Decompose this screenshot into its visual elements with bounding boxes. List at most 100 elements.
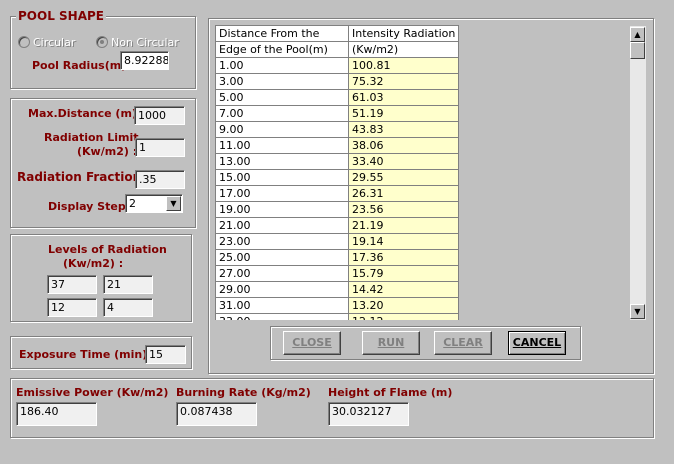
- table-header-row: Edge of the Pool(m) (Kw/m2): [215, 41, 460, 58]
- radiation-limit-label-1: Radiation Limit: [44, 131, 139, 144]
- header-distance-2: Edge of the Pool(m): [215, 41, 349, 58]
- radio-non-circular-dot: [96, 36, 108, 48]
- intensity-cell[interactable]: 13.20: [347, 297, 460, 314]
- distance-cell[interactable]: 19.00: [215, 201, 349, 218]
- table-row[interactable]: 27.00 15.79: [215, 265, 460, 282]
- intensity-cell[interactable]: 21.19: [347, 217, 460, 234]
- distance-cell[interactable]: 29.00: [215, 281, 349, 298]
- table-viewport[interactable]: Distance From the Intensity Radiation Ed…: [215, 25, 645, 320]
- table-row[interactable]: 7.00 51.19: [215, 105, 460, 122]
- emissive-power-label: Emissive Power (Kw/m2): [16, 386, 169, 399]
- table-row[interactable]: 17.00 26.31: [215, 185, 460, 202]
- pool-radius-label: Pool Radius(m): [32, 59, 127, 72]
- header-distance-1: Distance From the: [215, 25, 349, 42]
- distance-cell[interactable]: 27.00: [215, 265, 349, 282]
- close-button[interactable]: CLOSE: [283, 331, 341, 355]
- distance-cell[interactable]: 33.00: [215, 313, 349, 320]
- intensity-cell[interactable]: 14.42: [347, 281, 460, 298]
- exposure-time-label: Exposure Time (min) :: [19, 348, 156, 361]
- intensity-cell[interactable]: 38.06: [347, 137, 460, 154]
- table-header-row: Distance From the Intensity Radiation: [215, 25, 460, 42]
- table-row[interactable]: 25.00 17.36: [215, 249, 460, 266]
- scrollbar-thumb[interactable]: [630, 42, 645, 59]
- display-step-label: Display Step :: [48, 200, 134, 213]
- radio-non-circular[interactable]: Non Circular: [96, 36, 179, 49]
- intensity-cell[interactable]: 29.55: [347, 169, 460, 186]
- distance-cell[interactable]: 23.00: [215, 233, 349, 250]
- table-row[interactable]: 5.00 61.03: [215, 89, 460, 106]
- table-row[interactable]: 1.00 100.81: [215, 57, 460, 74]
- scroll-up-icon[interactable]: ▲: [630, 27, 645, 42]
- max-distance-field[interactable]: 1000: [134, 106, 185, 125]
- distance-cell[interactable]: 1.00: [215, 57, 349, 74]
- intensity-cell[interactable]: 23.56: [347, 201, 460, 218]
- clear-button[interactable]: CLEAR: [434, 331, 492, 355]
- radio-circular-label: Circular: [33, 36, 76, 49]
- intensity-cell[interactable]: 75.32: [347, 73, 460, 90]
- display-step-dropdown-icon[interactable]: ▼: [166, 196, 181, 211]
- intensity-cell[interactable]: 100.81: [347, 57, 460, 74]
- table-vertical-scrollbar[interactable]: [629, 26, 646, 320]
- intensity-cell[interactable]: 61.03: [347, 89, 460, 106]
- level-field-2[interactable]: 21: [103, 275, 153, 294]
- table-row[interactable]: 11.00 38.06: [215, 137, 460, 154]
- distance-cell[interactable]: 15.00: [215, 169, 349, 186]
- level-field-1[interactable]: 37: [47, 275, 97, 294]
- distance-cell[interactable]: 25.00: [215, 249, 349, 266]
- max-distance-label: Max.Distance (m) :: [28, 107, 146, 120]
- radio-circular[interactable]: Circular: [18, 36, 75, 49]
- distance-cell[interactable]: 21.00: [215, 217, 349, 234]
- pool-radius-field[interactable]: 8.922882: [120, 51, 169, 70]
- radiation-table: Distance From the Intensity Radiation Ed…: [215, 25, 460, 320]
- level-field-4[interactable]: 4: [103, 298, 153, 317]
- table-row[interactable]: 15.00 29.55: [215, 169, 460, 186]
- run-button[interactable]: RUN: [362, 331, 420, 355]
- distance-cell[interactable]: 5.00: [215, 89, 349, 106]
- distance-cell[interactable]: 3.00: [215, 73, 349, 90]
- scroll-down-icon[interactable]: ▼: [630, 304, 645, 319]
- table-row[interactable]: 31.00 13.20: [215, 297, 460, 314]
- burning-rate-field[interactable]: 0.087438: [176, 402, 257, 426]
- emissive-power-field[interactable]: 186.40: [16, 402, 97, 426]
- level-field-3[interactable]: 12: [47, 298, 97, 317]
- intensity-cell[interactable]: 19.14: [347, 233, 460, 250]
- distance-cell[interactable]: 13.00: [215, 153, 349, 170]
- intensity-cell[interactable]: 12.12: [347, 313, 460, 320]
- display-step-value: 2: [129, 197, 136, 210]
- radio-circular-dot: [18, 36, 30, 48]
- flame-height-field[interactable]: 30.032127: [328, 402, 409, 426]
- distance-cell[interactable]: 31.00: [215, 297, 349, 314]
- levels-label-1: Levels of Radiation: [48, 243, 167, 256]
- radiation-fraction-field[interactable]: .35: [135, 170, 185, 189]
- table-row[interactable]: 19.00 23.56: [215, 201, 460, 218]
- intensity-cell[interactable]: 51.19: [347, 105, 460, 122]
- intensity-cell[interactable]: 26.31: [347, 185, 460, 202]
- flame-height-label: Height of Flame (m): [328, 386, 453, 399]
- table-row[interactable]: 21.00 21.19: [215, 217, 460, 234]
- radiation-fraction-label: Radiation Fraction :: [17, 170, 151, 184]
- distance-cell[interactable]: 17.00: [215, 185, 349, 202]
- distance-cell[interactable]: 7.00: [215, 105, 349, 122]
- table-row[interactable]: 33.0012.12: [215, 313, 460, 320]
- header-intensity-2: (Kw/m2): [347, 41, 460, 58]
- radiation-limit-field[interactable]: 1: [135, 138, 185, 157]
- table-row[interactable]: 13.00 33.40: [215, 153, 460, 170]
- table-row[interactable]: 9.00 43.83: [215, 121, 460, 138]
- table-row[interactable]: 29.00 14.42: [215, 281, 460, 298]
- table-row[interactable]: 23.00 19.14: [215, 233, 460, 250]
- burning-rate-label: Burning Rate (Kg/m2): [176, 386, 311, 399]
- distance-cell[interactable]: 11.00: [215, 137, 349, 154]
- header-intensity-1: Intensity Radiation: [347, 25, 460, 42]
- intensity-cell[interactable]: 33.40: [347, 153, 460, 170]
- exposure-time-field[interactable]: 15: [145, 345, 186, 364]
- table-row[interactable]: 3.00 75.32: [215, 73, 460, 90]
- intensity-cell[interactable]: 43.83: [347, 121, 460, 138]
- distance-cell[interactable]: 9.00: [215, 121, 349, 138]
- levels-label-2: (Kw/m2) :: [63, 257, 124, 270]
- radio-non-circular-label: Non Circular: [111, 36, 179, 49]
- radiation-limit-label-2: (Kw/m2) :: [77, 145, 138, 158]
- pool-shape-title: POOL SHAPE: [16, 9, 106, 23]
- intensity-cell[interactable]: 17.36: [347, 249, 460, 266]
- cancel-button[interactable]: CANCEL: [508, 331, 566, 355]
- intensity-cell[interactable]: 15.79: [347, 265, 460, 282]
